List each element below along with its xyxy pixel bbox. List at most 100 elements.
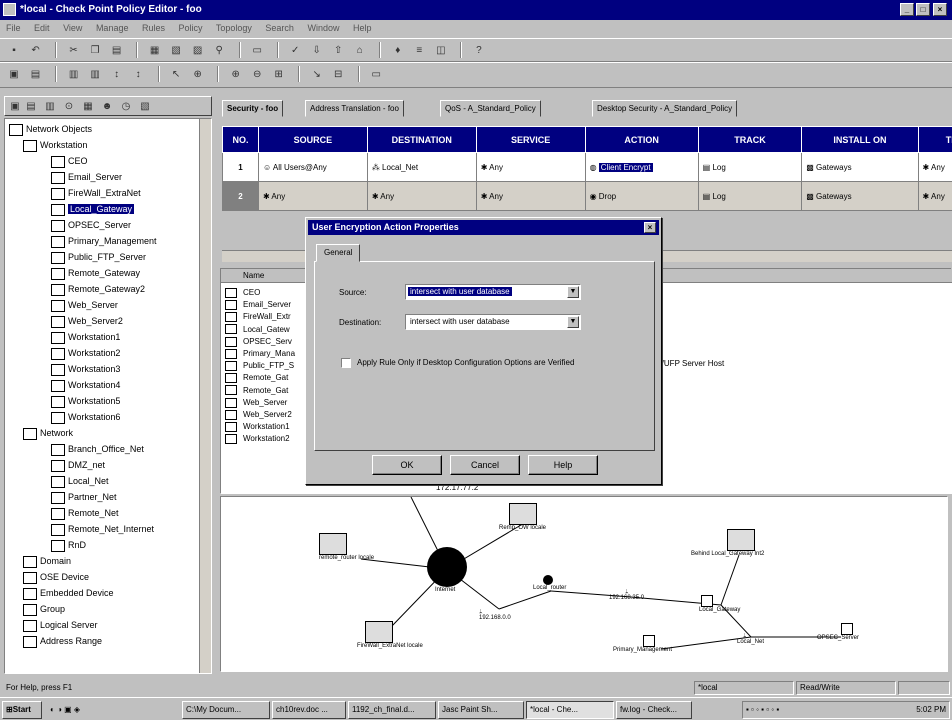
map-node-remp-ow[interactable]: Remp_OW locale xyxy=(499,503,546,531)
verified-checkbox[interactable] xyxy=(341,358,351,368)
tree-item-workstation[interactable]: Workstation1 xyxy=(51,329,120,345)
tree-item-workstation[interactable]: Public_FTP_Server xyxy=(51,249,146,265)
col-install-on[interactable]: INSTALL ON xyxy=(801,126,919,153)
object-tree[interactable]: Network Objects Workstation CEO Email_Serve… xyxy=(4,118,212,674)
rule-action[interactable]: ◍ Client Encrypt xyxy=(584,152,699,182)
list-view-icon[interactable]: ▤ xyxy=(28,66,44,82)
rule-source[interactable]: ☺ All Users@Any xyxy=(257,152,368,182)
connect-icon[interactable]: ↘ xyxy=(309,66,325,82)
list-item[interactable]: Web_Server2 xyxy=(225,409,292,421)
log-icon[interactable]: ≡ xyxy=(411,42,427,58)
tree-item-workstation[interactable]: Local_Gateway xyxy=(51,201,135,217)
tree-vscrollbar[interactable] xyxy=(199,119,211,673)
tab-qos[interactable]: QoS - A_Standard_Policy xyxy=(440,100,541,117)
tree-group[interactable]: Embedded Device xyxy=(23,585,114,601)
tree-item-workstation[interactable]: Web_Server2 xyxy=(51,313,123,329)
rule-source[interactable]: ✱ Any xyxy=(257,181,368,211)
tree-group[interactable]: Logical Server xyxy=(23,617,98,633)
rule-track[interactable]: ▤ Log xyxy=(697,181,803,211)
menu-window[interactable]: Window xyxy=(307,23,339,33)
users-tab-icon[interactable]: ☻ xyxy=(99,98,115,114)
dialog-close-button[interactable]: × xyxy=(644,222,656,233)
task-ch10rev[interactable]: ch10rev.doc ... xyxy=(272,701,346,719)
tree-item-network[interactable]: Remote_Net_Internet xyxy=(51,521,154,537)
menu-file[interactable]: File xyxy=(6,23,21,33)
tree-view-icon[interactable]: ▣ xyxy=(6,66,22,82)
zoom-out-icon[interactable]: ⊖ xyxy=(249,66,265,82)
tree-group[interactable]: OSE Device xyxy=(23,569,89,585)
map-node-remote-router[interactable]: remote_router locale xyxy=(319,533,374,561)
rule-destination[interactable]: ✱ Any xyxy=(366,181,477,211)
map-node-internet[interactable]: Internet xyxy=(427,547,467,593)
desktop-icon[interactable]: ▣ xyxy=(64,705,74,714)
map-node-local-router[interactable]: Local_router xyxy=(533,575,566,591)
list-header-name[interactable]: Name xyxy=(243,271,264,280)
col-destination[interactable]: DESTINATION xyxy=(366,126,477,153)
col-no[interactable]: NO. xyxy=(222,126,259,153)
tree-item-workstation[interactable]: Email_Server xyxy=(51,169,122,185)
undo-icon[interactable]: ↶ xyxy=(28,42,44,58)
map-node-local-gateway[interactable]: Local_Gateway xyxy=(699,595,740,613)
list-item[interactable]: Local_Gatew xyxy=(225,324,290,336)
start-button[interactable]: ⊞Start xyxy=(2,701,42,719)
status-icon[interactable]: ♦ xyxy=(390,42,406,58)
col-service[interactable]: SERVICE xyxy=(475,126,586,153)
rule-track[interactable]: ▤ Log xyxy=(697,152,803,182)
rule-row[interactable]: 1 ☺ All Users@Any ⁂ Local_Net ✱ Any ◍ Cl… xyxy=(222,152,952,182)
map-node-behind-local-gateway[interactable]: Behind Local_Gateway Int2 xyxy=(691,529,764,557)
dialog-tab-general[interactable]: General xyxy=(316,244,361,262)
task-my-documents[interactable]: C:\My Docum... xyxy=(182,701,270,719)
rule-destination[interactable]: ⁂ Local_Net xyxy=(366,152,477,182)
tree-item-network[interactable]: DMZ_net xyxy=(51,457,105,473)
cut-icon[interactable]: ✂ xyxy=(66,42,82,58)
menu-edit[interactable]: Edit xyxy=(34,23,50,33)
verify-icon[interactable]: ✓ xyxy=(287,42,303,58)
topology-map[interactable]: remote_router locale Remp_OW locale Inte… xyxy=(220,496,948,672)
servers-tab-icon[interactable]: ⊙ xyxy=(61,98,77,114)
tree-item-workstation[interactable]: FireWall_ExtraNet xyxy=(51,185,141,201)
tree-item-workstation[interactable]: Workstation5 xyxy=(51,393,120,409)
list-item[interactable]: Public_FTP_S xyxy=(225,360,294,372)
tree-group-network[interactable]: Network xyxy=(23,425,73,441)
map-node-primary-management[interactable]: Primary_Management xyxy=(613,635,672,653)
tree-root[interactable]: Network Objects xyxy=(9,121,92,137)
zoom-in-icon[interactable]: ⊕ xyxy=(228,66,244,82)
rule-time[interactable]: ✱ Any xyxy=(917,181,952,211)
tree-group[interactable]: Group xyxy=(23,601,65,617)
install-icon[interactable]: ⇩ xyxy=(309,42,325,58)
tree-item-workstation[interactable]: CEO xyxy=(51,153,88,169)
tree-item-workstation[interactable]: Workstation3 xyxy=(51,361,120,377)
paste-icon[interactable]: ▤ xyxy=(109,42,125,58)
list-item[interactable]: Remote_Gat xyxy=(225,385,288,397)
tree-item-workstation[interactable]: Workstation2 xyxy=(51,345,120,361)
manage-icon[interactable]: ⌂ xyxy=(352,42,368,58)
minimize-button[interactable]: _ xyxy=(900,3,914,16)
sort-za-icon[interactable]: ↕ xyxy=(130,66,146,82)
tree-item-workstation[interactable]: Workstation4 xyxy=(51,377,120,393)
add-rule-icon[interactable]: ▦ xyxy=(147,42,163,58)
tree-group-workstation[interactable]: Workstation xyxy=(23,137,87,153)
rule-row[interactable]: 2 ✱ Any ✱ Any ✱ Any ◉ Drop ▤ Log ▩ Gatew… xyxy=(222,181,952,211)
menu-manage[interactable]: Manage xyxy=(96,23,129,33)
map-node-net-192-168-0[interactable]: ᛦ 192.168.0.0 xyxy=(479,609,511,621)
rule-install-on[interactable]: ▩ Gateways xyxy=(801,152,919,182)
tree-item-workstation[interactable]: Web_Server xyxy=(51,297,118,313)
tree-item-network[interactable]: Remote_Net xyxy=(51,505,119,521)
tab-address-translation[interactable]: Address Translation - foo xyxy=(305,100,404,117)
opsec-tab-icon[interactable]: ▦ xyxy=(80,98,96,114)
ie-icon[interactable]: ◐ xyxy=(50,705,57,714)
menu-topology[interactable]: Topology xyxy=(216,23,252,33)
rule-above-icon[interactable]: ▨ xyxy=(190,42,206,58)
view-icon[interactable]: ▭ xyxy=(249,42,265,58)
map-node-net-192-168-35[interactable]: ᛦ 192.168.35.0 xyxy=(609,589,644,601)
grid-icon[interactable]: ▥ xyxy=(66,66,82,82)
rule-action[interactable]: ◉ Drop xyxy=(584,181,699,211)
chevron-down-icon[interactable]: ▼ xyxy=(567,316,579,328)
tree-item-workstation[interactable]: Primary_Management xyxy=(51,233,157,249)
rule-service[interactable]: ✱ Any xyxy=(475,181,586,211)
list-item[interactable]: OPSEC_Serv xyxy=(225,336,292,348)
maximize-button[interactable]: □ xyxy=(916,3,930,16)
rule-install-on[interactable]: ▩ Gateways xyxy=(801,181,919,211)
task-fw-log[interactable]: fw.log - Check... xyxy=(616,701,692,719)
time-tab-icon[interactable]: ◷ xyxy=(118,98,134,114)
